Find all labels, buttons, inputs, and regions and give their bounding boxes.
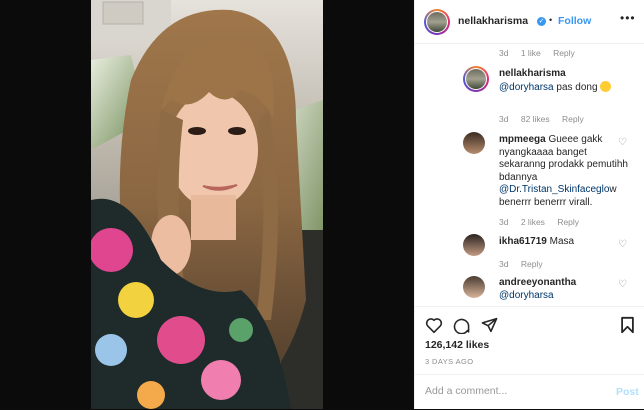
author-avatar[interactable] — [424, 9, 450, 35]
comment-meta: 3d 2 likes Reply — [499, 217, 589, 227]
add-comment-row: Post — [415, 374, 644, 410]
comment-username[interactable]: andreeyonantha — [499, 277, 576, 288]
likes-count[interactable]: 126,142 likes — [425, 339, 489, 351]
comment-age: 3d — [499, 259, 509, 269]
comment-avatar[interactable] — [463, 66, 489, 92]
reply-button[interactable]: Reply — [562, 114, 584, 124]
comment-age: 3d — [499, 217, 509, 227]
post-timestamp[interactable]: 3 DAYS AGO — [425, 357, 473, 366]
reply-button[interactable]: Reply — [521, 259, 543, 269]
comment-meta: 3d Reply — [499, 259, 553, 269]
comment-avatar[interactable] — [463, 132, 485, 154]
post-photo[interactable] — [91, 0, 323, 409]
comment-text: Masa — [549, 236, 575, 247]
author-username[interactable]: nellakharisma — [458, 15, 528, 27]
grin-emoji-icon — [600, 80, 612, 92]
comment-mention[interactable]: @doryharsa — [499, 82, 554, 93]
follow-button[interactable]: Follow — [558, 15, 591, 27]
bookmark-icon[interactable] — [620, 316, 635, 334]
reply-button[interactable]: Reply — [553, 48, 575, 58]
post-actions: 126,142 likes 3 DAYS AGO Post — [415, 306, 644, 409]
comment-username[interactable]: nellakharisma — [499, 68, 566, 79]
comment-meta: 3d 82 likes Reply — [499, 114, 594, 124]
comment-body: mpmeega Gueee gakk nyangkaaaa banget sek… — [499, 134, 633, 209]
comment-mention[interactable]: @doryharsa — [499, 290, 554, 301]
comment-meta: 3d 1 like Reply — [499, 48, 585, 58]
comment-mention[interactable]: @Dr.Tristan_Skinfaceglo — [499, 184, 609, 195]
post-header: nellakharisma ✓ • Follow ••• — [415, 0, 644, 44]
separator-dot: • — [549, 15, 553, 25]
add-comment-input[interactable] — [425, 385, 595, 397]
comment-likes[interactable]: 2 likes — [521, 217, 545, 227]
comment-age: 3d — [499, 114, 509, 124]
comment-avatar[interactable] — [463, 276, 485, 298]
comment-like-heart-icon[interactable]: ♡ — [618, 279, 627, 290]
comment-body: andreeyonantha @doryharsa — [499, 277, 619, 305]
selfie-illustration — [91, 0, 323, 409]
comment-like-heart-icon[interactable]: ♡ — [618, 137, 627, 148]
more-options-icon[interactable]: ••• — [620, 11, 636, 25]
comment-avatar[interactable] — [463, 234, 485, 256]
comment-age: 3d — [499, 48, 509, 58]
comment-like-heart-icon[interactable]: ♡ — [618, 239, 627, 250]
heart-icon[interactable] — [425, 317, 443, 333]
reply-button[interactable]: Reply — [557, 217, 579, 227]
share-icon[interactable] — [481, 317, 498, 333]
post-comment-button[interactable]: Post — [616, 386, 639, 398]
comment-body: nellakharisma @doryharsa pas dong — [499, 68, 635, 94]
comment-username[interactable]: ikha61719 — [499, 236, 547, 247]
verified-badge-icon: ✓ — [537, 17, 546, 26]
comment-username[interactable]: mpmeega — [499, 134, 546, 145]
post-side-panel: nellakharisma ✓ • Follow ••• 3d 1 like R… — [414, 0, 644, 409]
comment-likes[interactable]: 82 likes — [521, 114, 550, 124]
comment-body: ikha61719 Masa — [499, 236, 619, 249]
comment-icon[interactable] — [453, 317, 470, 334]
comment-text: pas dong — [556, 81, 598, 93]
comment-likes[interactable]: 1 like — [521, 48, 541, 58]
